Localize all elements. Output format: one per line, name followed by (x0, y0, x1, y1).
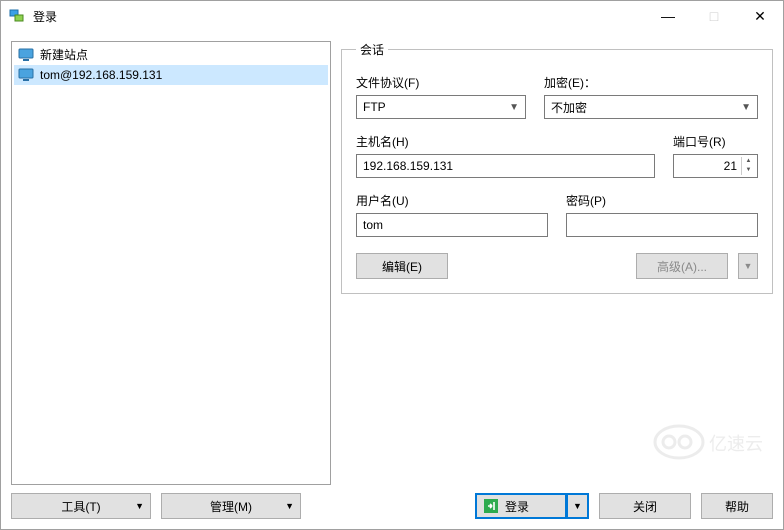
encryption-select[interactable]: 不加密 ▼ (544, 95, 758, 119)
password-label: 密码(P) (566, 192, 758, 209)
chevron-down-icon: ▼ (135, 501, 144, 511)
close-dialog-button[interactable]: 关闭 (599, 493, 691, 519)
advanced-button[interactable]: 高级(A)... (636, 253, 728, 279)
maximize-button[interactable]: □ (691, 1, 737, 31)
manage-button[interactable]: 管理(M) ▼ (161, 493, 301, 519)
chevron-down-icon: ▼ (741, 102, 751, 113)
username-label: 用户名(U) (356, 192, 548, 209)
port-label: 端口号(R) (673, 133, 758, 150)
chevron-down-icon: ▼ (509, 102, 519, 113)
minimize-button[interactable]: — (645, 1, 691, 31)
port-value: 21 (680, 159, 737, 173)
monitor-icon (18, 47, 34, 63)
chevron-down-icon: ▼ (285, 501, 294, 511)
host-value: 192.168.159.131 (363, 159, 453, 173)
content-area: 新建站点 tom@192.168.159.131 会话 文件协议(F) FTP … (1, 31, 783, 485)
encryption-value: 不加密 (551, 99, 587, 116)
password-input[interactable] (566, 213, 758, 237)
session-legend: 会话 (356, 41, 388, 58)
protocol-value: FTP (363, 100, 386, 114)
edit-button[interactable]: 编辑(E) (356, 253, 448, 279)
host-input[interactable]: 192.168.159.131 (356, 154, 655, 178)
protocol-label: 文件协议(F) (356, 74, 526, 91)
username-value: tom (363, 218, 383, 232)
login-icon (483, 498, 499, 514)
footer-bar: 工具(T) ▼ 管理(M) ▼ 登录 ▼ 关闭 帮助 (1, 485, 783, 529)
session-fieldset: 会话 文件协议(F) FTP ▼ 加密(E)： 不加密 ▼ (341, 41, 773, 294)
login-split-button[interactable]: ▼ (567, 493, 589, 519)
tree-item-label: 新建站点 (40, 46, 88, 63)
window-controls: — □ ✕ (645, 1, 783, 31)
help-button[interactable]: 帮助 (701, 493, 773, 519)
close-button[interactable]: ✕ (737, 1, 783, 31)
login-dialog: 登录 — □ ✕ 新建站点 tom@192.168.159.131 (0, 0, 784, 530)
tree-item-label: tom@192.168.159.131 (40, 68, 162, 82)
tools-button[interactable]: 工具(T) ▼ (11, 493, 151, 519)
port-input[interactable]: 21 ▲▼ (673, 154, 758, 178)
app-icon (9, 8, 25, 24)
login-button[interactable]: 登录 (475, 493, 567, 519)
window-title: 登录 (33, 8, 645, 25)
encryption-label: 加密(E)： (544, 74, 758, 91)
titlebar: 登录 — □ ✕ (1, 1, 783, 31)
sites-tree[interactable]: 新建站点 tom@192.168.159.131 (11, 41, 331, 485)
session-panel: 会话 文件协议(F) FTP ▼ 加密(E)： 不加密 ▼ (341, 41, 773, 485)
tree-item-saved-session[interactable]: tom@192.168.159.131 (14, 65, 328, 85)
login-button-group: 登录 ▼ (475, 493, 589, 519)
monitor-icon (18, 67, 34, 83)
host-label: 主机名(H) (356, 133, 655, 150)
protocol-select[interactable]: FTP ▼ (356, 95, 526, 119)
chevron-down-icon: ▼ (573, 501, 582, 511)
tree-item-new-site[interactable]: 新建站点 (14, 44, 328, 65)
username-input[interactable]: tom (356, 213, 548, 237)
advanced-split[interactable]: ▼ (738, 253, 758, 279)
port-spinner[interactable]: ▲▼ (741, 157, 755, 175)
